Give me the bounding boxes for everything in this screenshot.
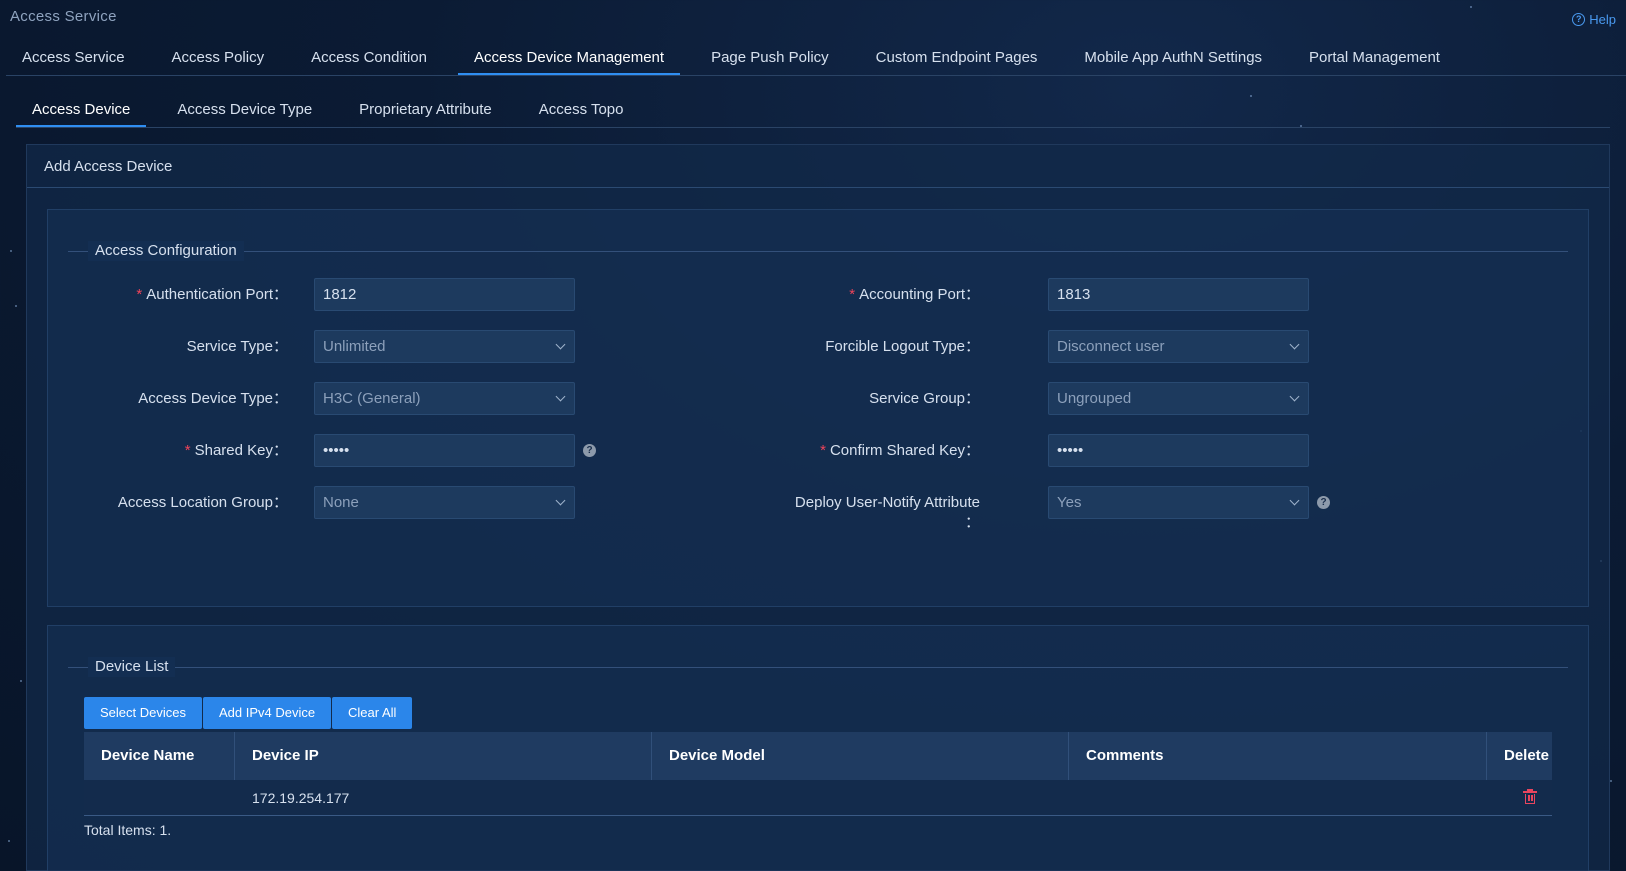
add-access-device-panel: Add Access Device Access Configuration *… xyxy=(26,144,1610,871)
accounting-port-label: * Accounting Port： xyxy=(740,285,980,305)
deploy-user-notify-label: Deploy User-Notify Attribute ： xyxy=(740,493,980,533)
subtab-access-device-type[interactable]: Access Device Type xyxy=(161,92,328,127)
total-items: Total Items: 1. xyxy=(84,822,172,838)
clear-all-button[interactable]: Clear All xyxy=(332,697,413,729)
subtab-access-device[interactable]: Access Device xyxy=(16,92,147,127)
service-type-value: Unlimited xyxy=(323,338,386,355)
table-row: 172.19.254.177 xyxy=(84,780,1552,816)
cell-device-ip: 172.19.254.177 xyxy=(252,790,350,806)
tab-access-condition[interactable]: Access Condition xyxy=(295,40,443,75)
table-header: Device Name Device IP Device Model Comme… xyxy=(84,732,1552,780)
column-header-device-model[interactable]: Device Model xyxy=(652,732,1069,780)
column-header-comments[interactable]: Comments xyxy=(1069,732,1487,780)
subtab-access-topo[interactable]: Access Topo xyxy=(523,92,640,127)
tab-access-service[interactable]: Access Service xyxy=(6,40,141,75)
service-type-select[interactable]: Unlimited xyxy=(314,330,575,363)
sub-tabs-divider xyxy=(16,127,1610,128)
confirm-shared-key-label-text: Confirm Shared Key： xyxy=(829,442,980,459)
chevron-down-icon xyxy=(1289,495,1300,506)
shared-key-label: * Shared Key： xyxy=(48,441,288,461)
required-mark: * xyxy=(849,286,856,303)
confirm-shared-key-input[interactable]: ••••• xyxy=(1048,434,1309,467)
subtab-proprietary-attribute[interactable]: Proprietary Attribute xyxy=(343,92,508,127)
help-label: Help xyxy=(1589,12,1616,27)
required-mark: * xyxy=(820,442,826,459)
device-table: Device Name Device IP Device Model Comme… xyxy=(84,732,1552,816)
access-configuration-section: Access Configuration * Authentication Por… xyxy=(47,209,1589,607)
required-mark: * xyxy=(184,442,191,459)
authentication-port-label: * Authentication Port： xyxy=(48,285,288,305)
access-device-type-value: H3C (General) xyxy=(323,390,421,407)
chevron-down-icon xyxy=(1289,391,1300,402)
access-location-group-select[interactable]: None xyxy=(314,486,575,519)
tab-mobile-app-authn-settings[interactable]: Mobile App AuthN Settings xyxy=(1068,40,1278,75)
forcible-logout-type-select[interactable]: Disconnect user xyxy=(1048,330,1309,363)
service-group-label: Service Group： xyxy=(869,390,980,407)
deploy-user-notify-label-text: Deploy User-Notify Attribute xyxy=(794,494,980,511)
deploy-user-notify-value: Yes xyxy=(1057,494,1082,511)
column-header-device-ip[interactable]: Device IP xyxy=(235,732,652,780)
authentication-port-input[interactable]: 1812 xyxy=(314,278,575,311)
section-title: Access Configuration xyxy=(88,241,244,261)
cell-comments xyxy=(1069,780,1487,816)
chevron-down-icon xyxy=(555,495,566,506)
sub-tabs: Access Device Access Device Type Proprie… xyxy=(16,92,655,127)
chevron-down-icon xyxy=(555,339,566,350)
cell-device-model xyxy=(652,780,1069,816)
app-title: Access Service xyxy=(10,8,117,25)
accounting-port-label-text: Accounting Port： xyxy=(859,286,980,303)
tab-access-policy[interactable]: Access Policy xyxy=(156,40,281,75)
main-tabs: Access Service Access Policy Access Cond… xyxy=(6,40,1471,75)
device-list-section: Device List Select Devices Add IPv4 Devi… xyxy=(47,625,1589,871)
select-devices-button[interactable]: Select Devices xyxy=(84,697,202,729)
cell-device-name xyxy=(84,780,235,816)
service-group-select[interactable]: Ungrouped xyxy=(1048,382,1309,415)
shared-key-label-text: Shared Key： xyxy=(194,442,288,459)
deploy-user-notify-select[interactable]: Yes xyxy=(1048,486,1309,519)
column-header-delete: Delete xyxy=(1504,747,1550,764)
required-mark: * xyxy=(136,286,143,303)
trash-icon[interactable] xyxy=(1523,789,1537,804)
service-type-label: Service Type： xyxy=(186,338,288,355)
forcible-logout-type-label: Forcible Logout Type： xyxy=(825,338,980,355)
chevron-down-icon xyxy=(1289,339,1300,350)
tab-custom-endpoint-pages[interactable]: Custom Endpoint Pages xyxy=(860,40,1054,75)
shared-key-help-icon[interactable]: ? xyxy=(583,444,596,457)
authentication-port-label-text: Authentication Port： xyxy=(146,286,288,303)
help-link[interactable]: ? Help xyxy=(1572,12,1616,27)
chevron-down-icon xyxy=(555,391,566,402)
tab-access-device-management[interactable]: Access Device Management xyxy=(457,40,681,75)
forcible-logout-type-value: Disconnect user xyxy=(1057,338,1165,355)
tab-page-push-policy[interactable]: Page Push Policy xyxy=(695,40,845,75)
question-circle-icon: ? xyxy=(1572,13,1586,26)
shared-key-input[interactable]: ••••• xyxy=(314,434,575,467)
section-divider: Access Configuration xyxy=(68,241,1568,261)
add-ipv4-device-button[interactable]: Add IPv4 Device xyxy=(203,697,332,729)
main-tabs-divider xyxy=(6,75,1626,76)
column-header-device-name[interactable]: Device Name xyxy=(84,732,235,780)
deploy-user-notify-help-icon[interactable]: ? xyxy=(1317,496,1330,509)
deploy-user-notify-label-suffix: ： xyxy=(964,514,980,531)
accounting-port-input[interactable]: 1813 xyxy=(1048,278,1309,311)
cell-delete xyxy=(1487,780,1552,816)
access-location-group-value: None xyxy=(323,494,359,511)
service-group-value: Ungrouped xyxy=(1057,390,1132,407)
confirm-shared-key-label: * Confirm Shared Key： xyxy=(740,441,980,461)
section-divider: Device List xyxy=(68,657,1568,677)
access-device-type-label: Access Device Type： xyxy=(138,390,288,407)
section-title: Device List xyxy=(88,657,176,677)
access-location-group-label: Access Location Group： xyxy=(117,494,288,511)
panel-title: Add Access Device xyxy=(27,145,1609,188)
access-device-type-select[interactable]: H3C (General) xyxy=(314,382,575,415)
tab-portal-management[interactable]: Portal Management xyxy=(1293,40,1456,75)
